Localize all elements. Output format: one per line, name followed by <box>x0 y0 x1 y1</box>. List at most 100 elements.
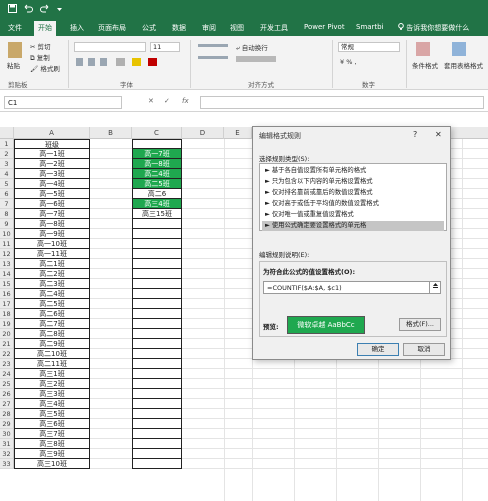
cell-c[interactable]: 高一7班 <box>132 149 182 159</box>
tab-developer[interactable]: 开发工具 <box>260 23 288 33</box>
close-icon[interactable]: ✕ <box>435 130 442 139</box>
cell-c[interactable] <box>132 279 182 289</box>
undo-icon[interactable] <box>24 4 33 16</box>
row-header[interactable]: 13 <box>0 259 14 269</box>
accounting-format-icon[interactable]: ¥ % , <box>340 58 357 66</box>
column-header-e[interactable]: E <box>224 127 252 139</box>
tab-insert[interactable]: 插入 <box>70 23 84 33</box>
row-header[interactable]: 20 <box>0 329 14 339</box>
format-painter-button[interactable]: 🖌 格式刷 <box>30 63 60 73</box>
cell-a[interactable]: 高三4班 <box>14 399 90 409</box>
name-box[interactable]: C1 <box>4 96 122 109</box>
tab-power-pivot[interactable]: Power Pivot <box>304 23 345 31</box>
row-header[interactable]: 23 <box>0 359 14 369</box>
cell-c[interactable]: 高二5班 <box>132 179 182 189</box>
tell-me-search[interactable]: 告诉我你想要做什么 <box>398 23 469 33</box>
row-header[interactable]: 19 <box>0 319 14 329</box>
cell-c[interactable] <box>132 359 182 369</box>
table-format-icon[interactable] <box>452 42 466 56</box>
row-header[interactable]: 17 <box>0 299 14 309</box>
table-format-button[interactable]: 套用表格格式 <box>444 60 483 70</box>
cell-c[interactable] <box>132 449 182 459</box>
rule-type-item[interactable]: ► 仅对唯一值或重复值设置格式 <box>262 210 444 220</box>
enter-formula-button[interactable]: ✓ <box>164 97 170 105</box>
row-header[interactable]: 27 <box>0 399 14 409</box>
cell-a[interactable]: 高一6班 <box>14 199 90 209</box>
format-button[interactable]: 格式(F)... <box>399 318 441 331</box>
cell-a[interactable]: 高三10班 <box>14 459 90 469</box>
cell-a[interactable]: 高一5班 <box>14 189 90 199</box>
cell-a[interactable]: 高三8班 <box>14 439 90 449</box>
cell-c[interactable] <box>132 299 182 309</box>
help-button[interactable]: ? <box>413 130 417 139</box>
cell-c[interactable]: 高二4班 <box>132 169 182 179</box>
row-header[interactable]: 5 <box>0 179 14 189</box>
tab-page-layout[interactable]: 页面布局 <box>98 23 126 33</box>
row-header[interactable]: 7 <box>0 199 14 209</box>
cell-c[interactable] <box>132 259 182 269</box>
rule-type-item[interactable]: ► 仅对高于或低于平均值的数值设置格式 <box>262 199 444 209</box>
row-header[interactable]: 16 <box>0 289 14 299</box>
row-header[interactable]: 31 <box>0 439 14 449</box>
bold-icon[interactable] <box>76 58 83 66</box>
row-header[interactable]: 14 <box>0 269 14 279</box>
column-header-d[interactable]: D <box>182 127 224 139</box>
cell-a[interactable]: 高三5班 <box>14 409 90 419</box>
cell-c[interactable] <box>132 379 182 389</box>
row-header[interactable]: 30 <box>0 429 14 439</box>
cell-a[interactable]: 高一4班 <box>14 179 90 189</box>
fill-color-icon[interactable] <box>132 58 141 66</box>
cell-a[interactable]: 高三3班 <box>14 389 90 399</box>
row-header[interactable]: 25 <box>0 379 14 389</box>
cell-c[interactable] <box>132 349 182 359</box>
redo-icon[interactable] <box>40 4 49 16</box>
tab-smartbi[interactable]: Smartbi <box>356 23 384 31</box>
cell-a[interactable]: 高二3班 <box>14 279 90 289</box>
row-header[interactable]: 4 <box>0 169 14 179</box>
row-header[interactable]: 26 <box>0 389 14 399</box>
row-header[interactable]: 8 <box>0 209 14 219</box>
ok-button[interactable]: 确定 <box>357 343 399 356</box>
cell-c[interactable] <box>132 389 182 399</box>
row-header[interactable]: 12 <box>0 249 14 259</box>
row-header[interactable]: 32 <box>0 449 14 459</box>
cell-c[interactable] <box>132 429 182 439</box>
cell-c[interactable]: 高三15班 <box>132 209 182 219</box>
cell-a[interactable]: 高三1班 <box>14 369 90 379</box>
conditional-format-button[interactable]: 条件格式 <box>412 60 438 70</box>
rule-type-item[interactable]: ► 仅对排名靠前或靠后的数值设置格式 <box>262 188 444 198</box>
tab-file[interactable]: 文件 <box>8 23 22 33</box>
row-header[interactable]: 15 <box>0 279 14 289</box>
tab-formulas[interactable]: 公式 <box>142 23 156 33</box>
cell-a[interactable]: 高二7班 <box>14 319 90 329</box>
cell-c[interactable]: 高一8班 <box>132 159 182 169</box>
row-header[interactable]: 6 <box>0 189 14 199</box>
cell-a[interactable]: 高二4班 <box>14 289 90 299</box>
row-header[interactable]: 2 <box>0 149 14 159</box>
cell-c[interactable] <box>132 369 182 379</box>
italic-icon[interactable] <box>88 58 95 66</box>
cell-c[interactable] <box>132 309 182 319</box>
rule-type-item[interactable]: ► 只为包含以下内容的单元格设置格式 <box>262 177 444 187</box>
tab-view[interactable]: 视图 <box>230 23 244 33</box>
cell-a[interactable]: 高三9班 <box>14 449 90 459</box>
cell-a[interactable]: 高一10班 <box>14 239 90 249</box>
cell-c[interactable] <box>132 219 182 229</box>
cell-c[interactable] <box>132 289 182 299</box>
cell-c[interactable]: 高三4班 <box>132 199 182 209</box>
font-name-select[interactable] <box>74 42 146 52</box>
cancel-button[interactable]: 取消 <box>403 343 445 356</box>
cell-a[interactable]: 高二5班 <box>14 299 90 309</box>
rule-formula-input[interactable]: =COUNTIF($A:$A, $c1) <box>263 281 431 294</box>
collapse-dialog-icon[interactable] <box>429 281 441 294</box>
cell-a[interactable]: 高二11班 <box>14 359 90 369</box>
number-format-select[interactable]: 常规 <box>338 42 400 52</box>
cell-c[interactable] <box>132 409 182 419</box>
conditional-format-icon[interactable] <box>416 42 430 56</box>
cell-a[interactable]: 高一8班 <box>14 219 90 229</box>
row-header[interactable]: 1 <box>0 139 14 149</box>
tab-review[interactable]: 审阅 <box>202 23 216 33</box>
formula-input[interactable] <box>200 96 484 109</box>
row-header[interactable]: 33 <box>0 459 14 469</box>
rule-type-item[interactable]: ► 基于各自值设置所有单元格的格式 <box>262 166 444 176</box>
